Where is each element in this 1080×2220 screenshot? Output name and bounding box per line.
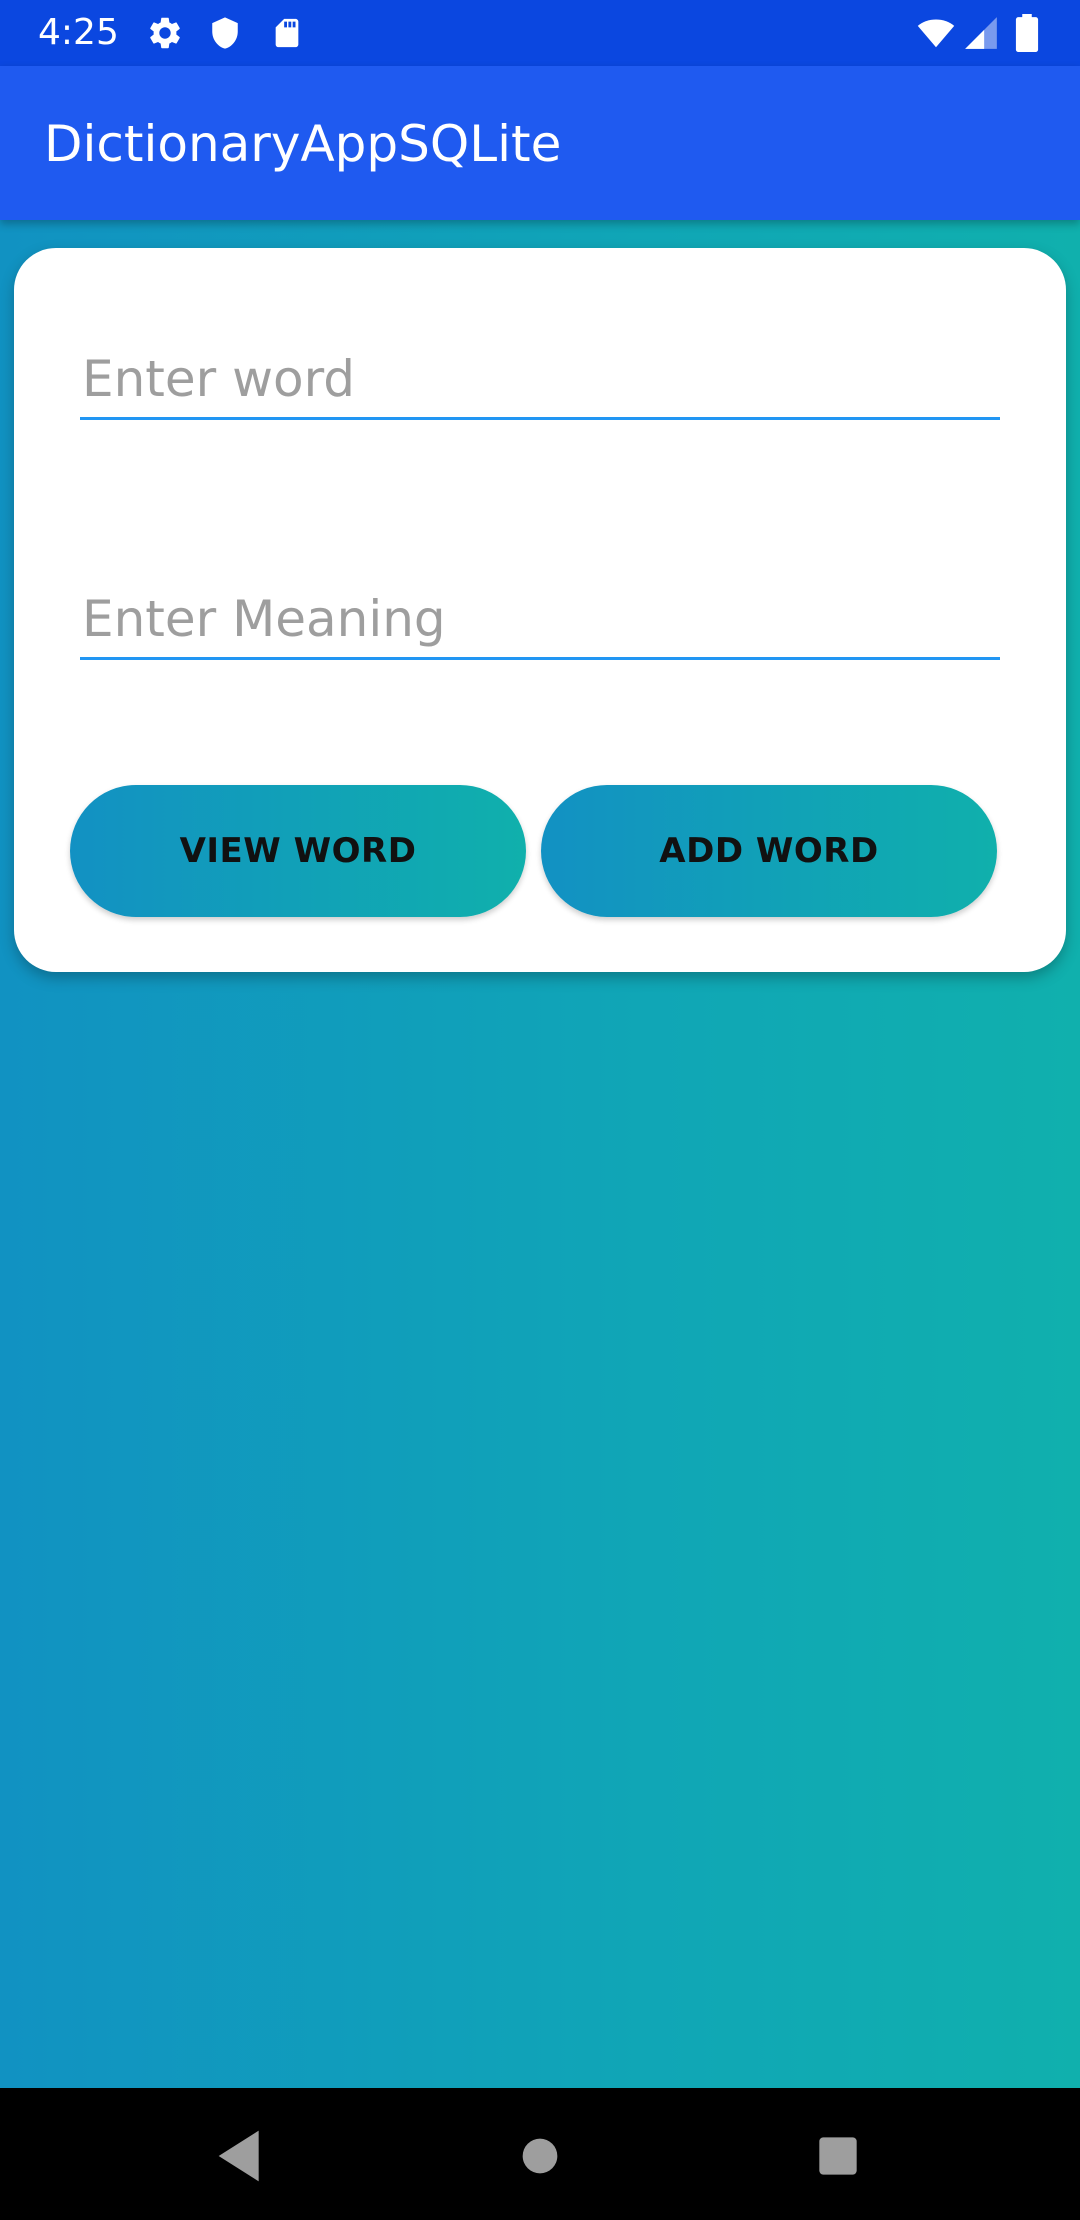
navigation-bar xyxy=(0,2088,1080,2220)
add-word-button[interactable]: ADD WORD xyxy=(541,785,997,917)
form-card: VIEW WORD ADD WORD xyxy=(14,248,1066,972)
cellular-signal-icon xyxy=(965,17,997,49)
status-bar: 4:25 xyxy=(0,0,1080,66)
home-icon[interactable] xyxy=(508,2124,572,2188)
shield-icon xyxy=(212,17,238,49)
word-input[interactable] xyxy=(80,340,1000,420)
gear-icon xyxy=(150,17,180,49)
status-time: 4:25 xyxy=(38,12,119,53)
meaning-input[interactable] xyxy=(80,580,1000,660)
battery-icon xyxy=(1015,14,1039,52)
screen: 4:25 DictionaryAppSQLite VIEW WORD ADD W xyxy=(0,0,1080,2220)
content-area: VIEW WORD ADD WORD xyxy=(0,220,1080,2088)
recents-icon[interactable] xyxy=(806,2124,870,2188)
wifi-icon xyxy=(917,19,955,48)
app-bar: DictionaryAppSQLite xyxy=(0,66,1080,220)
view-word-button[interactable]: VIEW WORD xyxy=(70,785,526,917)
back-icon[interactable] xyxy=(208,2124,272,2188)
sd-card-icon xyxy=(275,18,299,48)
app-title: DictionaryAppSQLite xyxy=(44,115,562,173)
